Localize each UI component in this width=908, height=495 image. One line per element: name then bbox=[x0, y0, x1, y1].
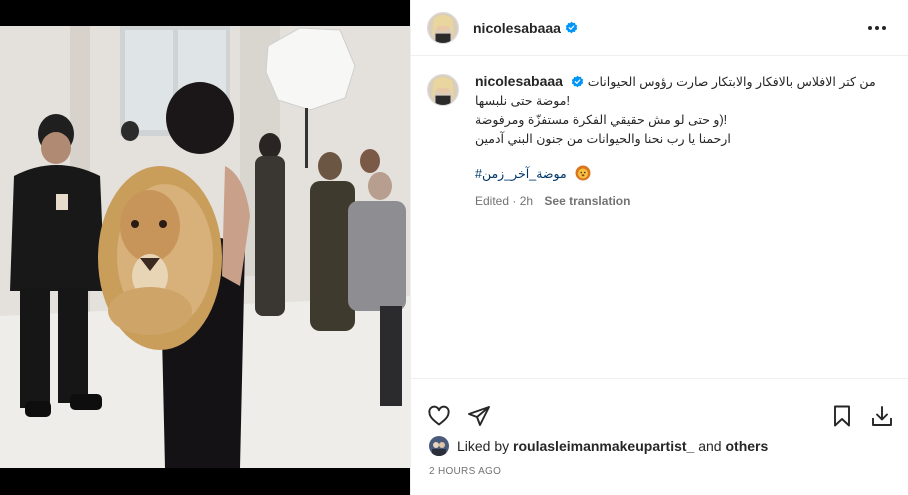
instagram-post: nicolesabaaa nicolesabaaa من كتر الافلاس… bbox=[0, 0, 908, 495]
post-age: 2h bbox=[519, 194, 534, 208]
caption-body: nicolesabaaa من كتر الافلاس بالافكار وال… bbox=[475, 72, 876, 211]
likes-summary: Liked by roulasleimanmakeupartist_ and o… bbox=[429, 436, 768, 456]
liked-by-and: and bbox=[698, 438, 722, 454]
post-header: nicolesabaaa bbox=[411, 0, 908, 56]
edited-label: Edited bbox=[475, 194, 510, 208]
verified-badge-icon bbox=[565, 21, 578, 34]
post-caption: nicolesabaaa من كتر الافلاس بالافكار وال… bbox=[411, 56, 908, 211]
post-photo[interactable] bbox=[0, 26, 410, 468]
lion-face-emoji bbox=[575, 165, 591, 181]
liked-by-user[interactable]: roulasleimanmakeupartist_ bbox=[513, 438, 694, 454]
liker-avatar[interactable] bbox=[429, 436, 449, 456]
caption-line-2: !موضة حتى نلبسها bbox=[475, 94, 570, 108]
caption-author-avatar[interactable] bbox=[427, 74, 459, 106]
verified-badge-icon bbox=[571, 75, 584, 88]
bookmark-icon[interactable] bbox=[830, 404, 854, 428]
author-avatar[interactable] bbox=[427, 11, 459, 44]
post-side-panel: nicolesabaaa nicolesabaaa من كتر الافلاس… bbox=[410, 0, 908, 495]
caption-line-1: من كتر الافلاس بالافكار والابتكار صارت ر… bbox=[587, 75, 876, 89]
caption-line-4: ارحمنا يا رب نحنا والحيوانات من جنون الب… bbox=[475, 132, 731, 146]
caption-meta: Edited · 2h See translation bbox=[475, 194, 631, 208]
hashtag-link[interactable]: #موضة_آخر_زمن bbox=[475, 165, 567, 184]
post-media-area bbox=[0, 0, 410, 495]
see-translation-button[interactable]: See translation bbox=[544, 194, 630, 208]
download-icon[interactable] bbox=[870, 404, 894, 428]
caption-line-3: !(و حتى لو مش حقيقي الفكرة مستفزّة ومرفو… bbox=[475, 113, 728, 127]
author-username[interactable]: nicolesabaaa bbox=[473, 20, 561, 36]
post-timestamp[interactable]: 2 hours ago bbox=[429, 466, 501, 477]
heart-icon[interactable] bbox=[427, 404, 451, 428]
more-horizontal-icon[interactable] bbox=[862, 20, 892, 36]
liked-by-others[interactable]: others bbox=[725, 438, 768, 454]
caption-username[interactable]: nicolesabaaa bbox=[475, 73, 563, 89]
liked-by-prefix: Liked by bbox=[457, 438, 510, 454]
share-icon[interactable] bbox=[467, 404, 491, 428]
action-bar bbox=[411, 378, 908, 438]
